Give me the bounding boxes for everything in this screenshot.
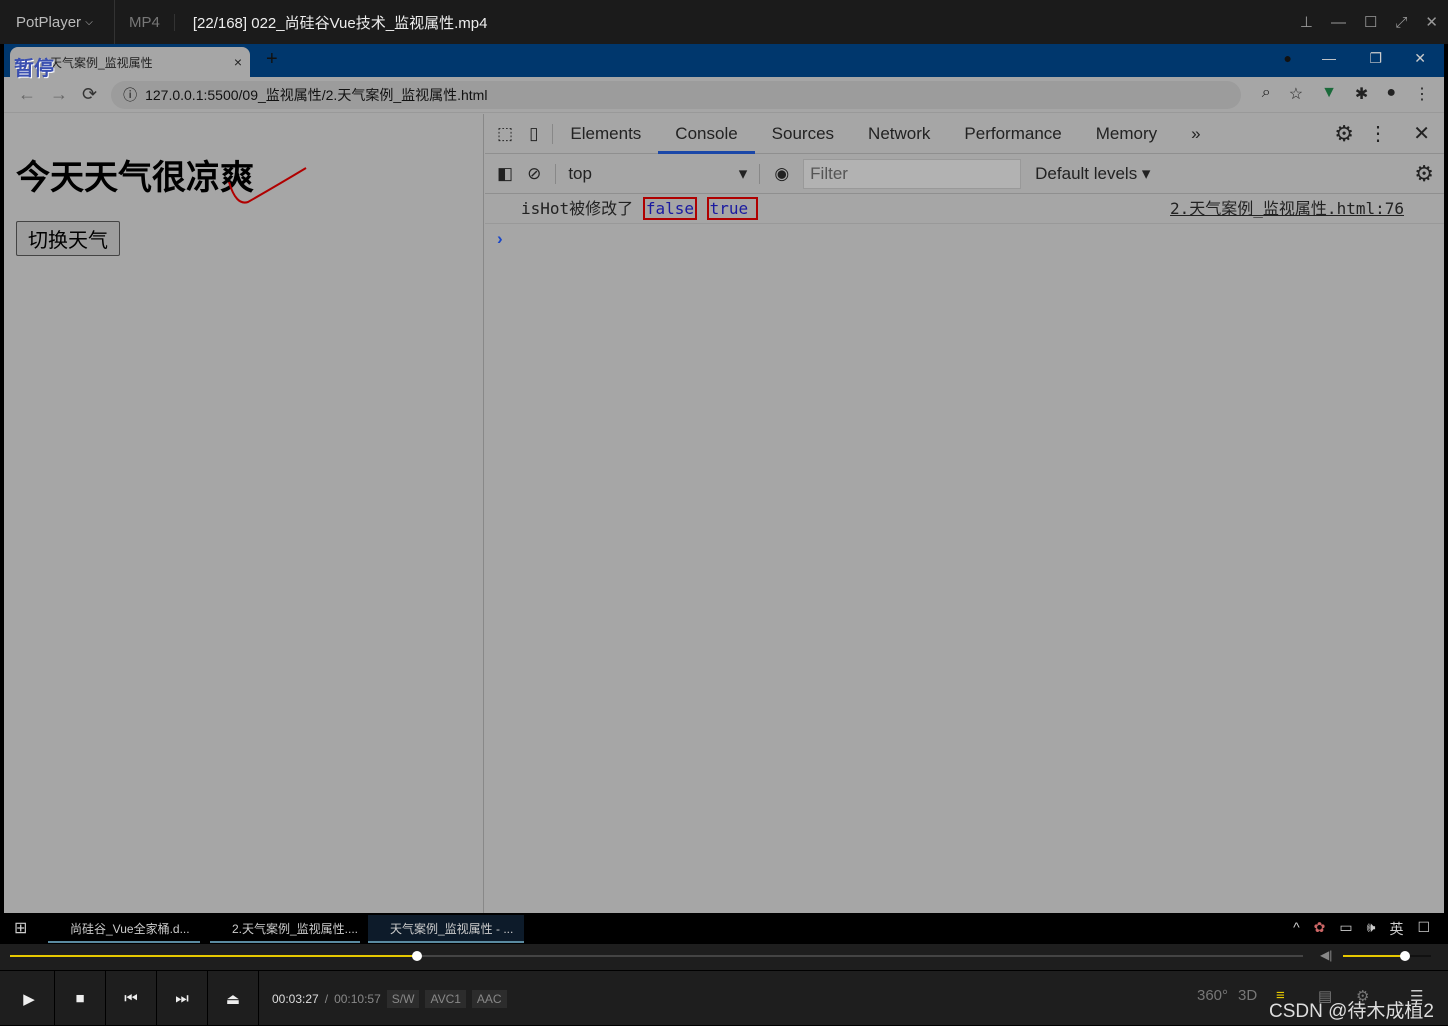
- devtools-panel: ⬚ ▯ Elements Console Sources Network Per…: [485, 114, 1444, 913]
- log-levels-select[interactable]: Default levels ▾: [1035, 164, 1150, 184]
- previous-icon[interactable]: ⏮: [106, 971, 157, 1026]
- badge-sw[interactable]: S/W: [386, 990, 420, 1008]
- reload-icon[interactable]: ⟳: [82, 84, 97, 105]
- notification-icon[interactable]: ☐: [1417, 919, 1430, 939]
- player-titlebar: PotPlayer ⌵ MP4 [22/168] 022_尚硅谷Vue技术_监视…: [0, 0, 1448, 44]
- annotation-checkmark: [228, 167, 307, 204]
- format-label: MP4: [115, 13, 175, 31]
- console-settings-icon[interactable]: ⚙: [1414, 161, 1434, 187]
- toggle-weather-button[interactable]: 切换天气: [16, 221, 120, 256]
- close-devtools-icon[interactable]: ✕: [1413, 121, 1430, 146]
- log-source-link[interactable]: 2.天气案例_监视属性.html:76: [1170, 194, 1404, 224]
- file-title: [22/168] 022_尚硅谷Vue技术_监视属性.mp4: [192, 14, 488, 32]
- volume-level: [1343, 955, 1405, 957]
- url-text: 127.0.0.1:5500/09_监视属性/2.天气案例_监视属性.html: [145, 86, 488, 103]
- close-icon[interactable]: ✕: [1425, 13, 1438, 31]
- settings-icon[interactable]: ⚙: [1334, 121, 1354, 147]
- badge-audio-codec[interactable]: AAC: [471, 990, 507, 1008]
- filter-input[interactable]: Filter: [803, 158, 1022, 189]
- minimize-icon[interactable]: —: [1322, 50, 1336, 66]
- sidebar-toggle-icon[interactable]: ◧: [497, 164, 513, 184]
- info-icon: ⓘ: [123, 86, 138, 103]
- log-value-false: false: [642, 197, 697, 220]
- taskbar-item-chrome[interactable]: 天气案例_监视属性 - ...: [368, 915, 524, 943]
- watermark: CSDN @待木成植2: [1269, 1001, 1434, 1022]
- seek-progress: [10, 955, 418, 957]
- menu-icon[interactable]: ⋮: [1414, 84, 1430, 104]
- next-icon[interactable]: ⏭: [157, 971, 208, 1026]
- minimize-icon[interactable]: —: [1331, 14, 1346, 31]
- log-value-true: true: [706, 197, 759, 220]
- forward-icon[interactable]: →: [50, 84, 68, 105]
- context-value: top: [568, 163, 592, 183]
- volume-handle[interactable]: [1399, 951, 1410, 961]
- tab-network[interactable]: Network: [851, 114, 947, 154]
- time-separator: /: [324, 992, 329, 1006]
- tab-elements[interactable]: Elements: [553, 114, 658, 154]
- taskbar-label: 2.天气案例_监视属性....: [232, 922, 359, 936]
- tab-close-icon[interactable]: ×: [234, 54, 242, 70]
- pin-icon[interactable]: ⊥: [1300, 13, 1313, 31]
- taskbar-item-vscode[interactable]: 2.天气案例_监视属性....: [210, 915, 360, 943]
- seek-handle[interactable]: [412, 951, 423, 961]
- stop-icon[interactable]: ■: [55, 971, 106, 1026]
- total-time: 00:10:57: [334, 992, 381, 1006]
- profile-dot-icon[interactable]: ●: [1284, 50, 1292, 66]
- eject-icon[interactable]: ⏏: [208, 971, 259, 1026]
- badge-video-codec[interactable]: AVC1: [425, 990, 466, 1008]
- play-icon[interactable]: ▶: [4, 971, 55, 1026]
- volume-icon[interactable]: 🕪: [1367, 919, 1376, 939]
- brand-label: PotPlayer: [16, 13, 82, 31]
- paused-label: 暂停: [14, 58, 54, 80]
- windows-taskbar: ⊞ 尚硅谷_Vue全家桶.d... 2.天气案例_监视属性.... 天气案例_监…: [0, 913, 1448, 944]
- maximize-icon[interactable]: ☐: [1364, 13, 1377, 31]
- tab-title: 天气案例_监视属性: [50, 55, 153, 70]
- playback-controls: ▶ ■ ⏮ ⏭ ⏏ 00:03:27 / 00:10:57 S/W AVC1 A…: [0, 970, 1448, 1026]
- tray-app-icon[interactable]: ✿: [1314, 919, 1326, 939]
- ime-indicator[interactable]: 英: [1389, 919, 1403, 939]
- page-content: 今天天气很凉爽 切换天气: [4, 114, 484, 913]
- clear-console-icon[interactable]: ⊘: [527, 164, 541, 184]
- taskbar-item-word[interactable]: 尚硅谷_Vue全家桶.d...: [48, 915, 200, 943]
- avatar[interactable]: ●: [1386, 84, 1396, 104]
- back-icon[interactable]: ←: [18, 84, 36, 105]
- browser-window: 天气案例_监视属性 × 暂停 + ● — ❐ ✕ ← → ⟳ ⓘ 127.0.0.1…: [4, 44, 1444, 913]
- fullscreen-icon[interactable]: ⤢: [1395, 14, 1407, 31]
- current-time: 00:03:27: [272, 992, 319, 1006]
- taskbar-label: 天气案例_监视属性 - ...: [390, 922, 514, 936]
- vue-devtools-icon[interactable]: ▼: [1321, 84, 1337, 104]
- log-message: isHot被修改了: [521, 199, 634, 218]
- zoom-icon[interactable]: ⌕: [1262, 84, 1271, 104]
- address-bar[interactable]: ⓘ 127.0.0.1:5500/09_监视属性/2.天气案例_监视属性.html: [111, 80, 1242, 109]
- new-tab-button[interactable]: +: [266, 48, 278, 71]
- tray-chevron-icon[interactable]: ^: [1293, 919, 1300, 939]
- context-select[interactable]: top ▾: [555, 163, 761, 184]
- windows-start-icon[interactable]: ⊞: [14, 918, 27, 938]
- taskbar-label: 尚硅谷_Vue全家桶.d...: [70, 922, 190, 936]
- restore-icon[interactable]: ❐: [1369, 50, 1382, 67]
- potplayer-menu[interactable]: PotPlayer ⌵: [0, 0, 115, 44]
- more-tabs-button[interactable]: »: [1174, 114, 1217, 154]
- 3d-button[interactable]: 3D: [1238, 987, 1257, 1004]
- tab-sources[interactable]: Sources: [755, 114, 851, 154]
- extensions-icon[interactable]: ✱: [1355, 84, 1368, 104]
- 360-button[interactable]: 360°: [1197, 987, 1228, 1004]
- inspect-icon[interactable]: ⬚: [485, 124, 525, 144]
- more-options-icon[interactable]: ⋮: [1368, 121, 1388, 146]
- console-log-row: isHot被修改了 false true 2.天气案例_监视属性.html:76: [485, 194, 1444, 224]
- tab-memory[interactable]: Memory: [1079, 114, 1174, 154]
- page-heading: 今天天气很凉爽: [16, 158, 254, 198]
- device-toolbar-icon[interactable]: ▯: [525, 123, 554, 144]
- close-icon[interactable]: ✕: [1414, 50, 1426, 67]
- seek-area: ◀|: [0, 944, 1448, 970]
- star-icon[interactable]: ☆: [1289, 84, 1303, 104]
- tab-console[interactable]: Console: [658, 114, 755, 154]
- console-prompt[interactable]: ›: [485, 224, 1444, 254]
- battery-icon[interactable]: ▭: [1339, 919, 1352, 939]
- mute-icon[interactable]: ◀|: [1320, 948, 1332, 962]
- live-expression-icon[interactable]: ◉: [774, 164, 789, 184]
- tab-performance[interactable]: Performance: [947, 114, 1078, 154]
